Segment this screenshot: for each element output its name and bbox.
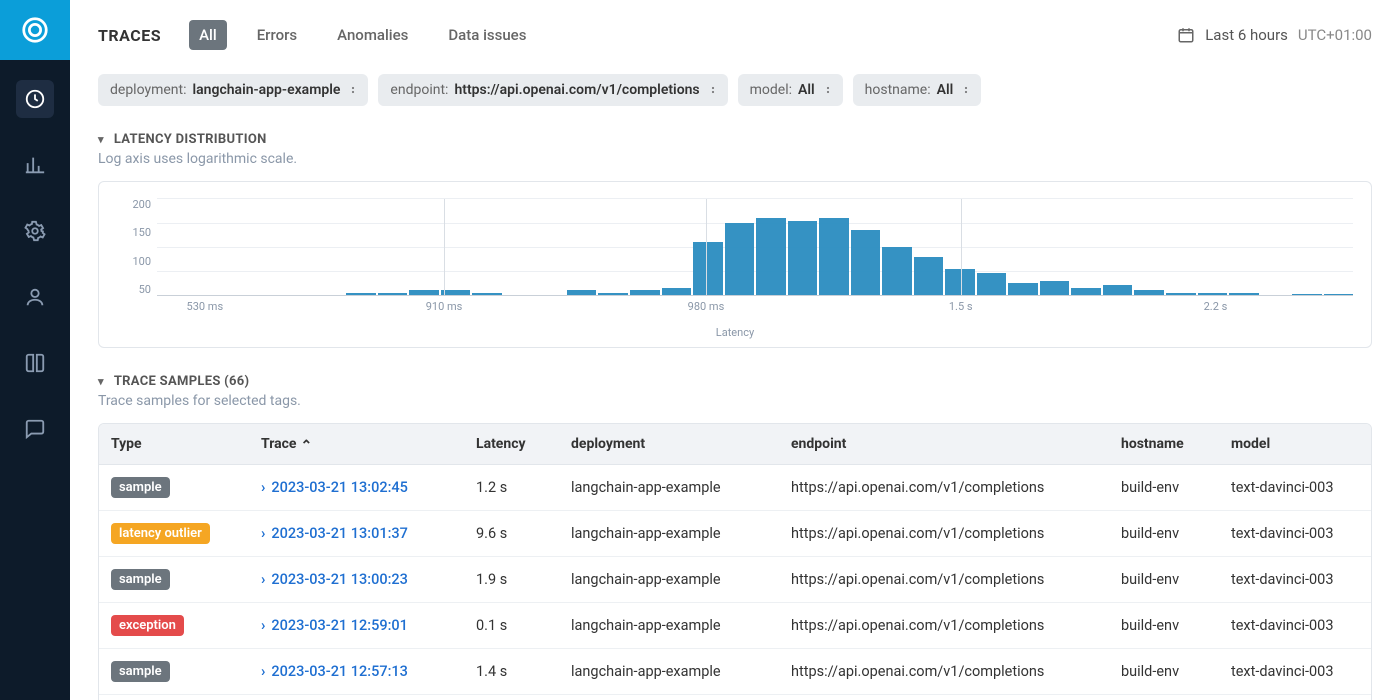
cell-latency: 1.2 s — [464, 465, 559, 511]
col-endpoint[interactable]: endpoint — [779, 424, 1109, 465]
main-content: TRACES All Errors Anomalies Data issues Las… — [70, 0, 1400, 700]
cell-deployment: langchain-app-example — [559, 465, 779, 511]
col-model[interactable]: model — [1219, 424, 1371, 465]
cell-hostname: build-env — [1109, 603, 1219, 649]
traces-section-subtitle: Trace samples for selected tags. — [98, 393, 1400, 409]
cell-endpoint: https://api.openai.com/v1/completions — [779, 649, 1109, 695]
cell-deployment: langchain-app-example — [559, 649, 779, 695]
app-logo[interactable] — [0, 0, 70, 60]
sidebar — [0, 0, 70, 700]
filter-hostname[interactable]: hostname: All — [853, 74, 982, 106]
cell-model: text-davinci-003 — [1219, 557, 1371, 603]
col-type[interactable]: Type — [99, 424, 249, 465]
timezone-label: UTC+01:00 — [1298, 26, 1372, 44]
cell-hostname: build-env — [1109, 465, 1219, 511]
trace-link[interactable]: 2023-03-21 13:02:45 — [261, 479, 408, 496]
cell-latency: 1.7 s — [464, 695, 559, 700]
cell-hostname: build-env — [1109, 649, 1219, 695]
type-badge: latency outlier — [111, 523, 210, 544]
cell-endpoint: https://api.openai.com/v1/completions — [779, 511, 1109, 557]
cell-model: text-davinci-003 — [1219, 511, 1371, 557]
trace-link[interactable]: 2023-03-21 13:00:23 — [261, 571, 408, 588]
cell-model: text-davinci-003 — [1219, 695, 1371, 700]
col-latency[interactable]: Latency — [464, 424, 559, 465]
type-badge: exception — [111, 615, 184, 636]
latency-section-subtitle: Log axis uses logarithmic scale. — [98, 151, 1400, 167]
cell-latency: 9.6 s — [464, 511, 559, 557]
cell-endpoint: https://api.openai.com/v1/completions — [779, 557, 1109, 603]
latency-section-header[interactable]: LATENCY DISTRIBUTION — [98, 132, 1400, 147]
cell-latency: 1.4 s — [464, 649, 559, 695]
cell-deployment: langchain-app-example — [559, 557, 779, 603]
col-deployment[interactable]: deployment — [559, 424, 779, 465]
trace-link[interactable]: 2023-03-21 12:57:13 — [261, 663, 408, 680]
table-row[interactable]: sample 2023-03-21 13:00:23 1.9 slangchain-… — [99, 557, 1371, 603]
nav-clock-icon[interactable] — [16, 80, 54, 118]
col-hostname[interactable]: hostname — [1109, 424, 1219, 465]
traces-section-header[interactable]: TRACE SAMPLES (66) — [98, 374, 1400, 389]
filter-endpoint[interactable]: endpoint: https://api.openai.com/v1/comp… — [378, 74, 727, 106]
cell-endpoint: https://api.openai.com/v1/completions — [779, 603, 1109, 649]
table-row[interactable]: sample 2023-03-21 13:02:45 1.2 slangchain-… — [99, 465, 1371, 511]
trace-table: TypeTraceLatencydeploymentendpointhostna… — [98, 423, 1372, 700]
cell-model: text-davinci-003 — [1219, 649, 1371, 695]
filter-model[interactable]: model: All — [738, 74, 843, 106]
col-trace[interactable]: Trace — [249, 424, 464, 465]
filter-bar: deployment: langchain-app-example endpoin… — [98, 74, 1400, 106]
cell-hostname: build-env — [1109, 695, 1219, 700]
nav-chat-icon[interactable] — [16, 410, 54, 448]
tab-errors[interactable]: Errors — [247, 20, 307, 50]
nav-book-icon[interactable] — [16, 344, 54, 382]
type-badge: sample — [111, 661, 170, 682]
tab-anomalies[interactable]: Anomalies — [327, 20, 418, 50]
table-row[interactable]: exception 2023-03-21 12:59:01 0.1 slangcha… — [99, 603, 1371, 649]
tab-bar: All Errors Anomalies Data issues — [189, 20, 536, 50]
trace-link[interactable]: 2023-03-21 12:59:01 — [261, 617, 408, 634]
cell-deployment: langchain-app-example — [559, 603, 779, 649]
time-range-label: Last 6 hours — [1205, 26, 1288, 44]
latency-chart[interactable]: 20015010050 530 ms910 ms980 ms1.5 s2.2 s… — [98, 181, 1372, 348]
cell-latency: 1.9 s — [464, 557, 559, 603]
cell-model: text-davinci-003 — [1219, 465, 1371, 511]
cell-deployment: langchain-app-example — [559, 511, 779, 557]
page-title: TRACES — [98, 26, 161, 45]
trace-link[interactable]: 2023-03-21 13:01:37 — [261, 525, 408, 542]
tab-data-issues[interactable]: Data issues — [438, 20, 536, 50]
cell-endpoint: https://api.openai.com/v1/completions — [779, 465, 1109, 511]
cell-deployment: langchain-app-example — [559, 695, 779, 700]
type-badge: sample — [111, 477, 170, 498]
nav-user-icon[interactable] — [16, 278, 54, 316]
table-row[interactable]: sample2023-03-21 12:56:121.7 slangchain-… — [99, 695, 1371, 700]
cell-latency: 0.1 s — [464, 603, 559, 649]
cell-endpoint: https://api.openai.com/v1/completions — [779, 695, 1109, 700]
table-row[interactable]: latency outlier 2023-03-21 13:01:37 9.6 sl… — [99, 511, 1371, 557]
filter-deployment[interactable]: deployment: langchain-app-example — [98, 74, 368, 106]
nav-gear-icon[interactable] — [16, 212, 54, 250]
nav-chart-icon[interactable] — [16, 146, 54, 184]
cell-model: text-davinci-003 — [1219, 603, 1371, 649]
type-badge: sample — [111, 569, 170, 590]
table-row[interactable]: sample 2023-03-21 12:57:13 1.4 slangchain-… — [99, 649, 1371, 695]
cell-hostname: build-env — [1109, 557, 1219, 603]
cell-hostname: build-env — [1109, 511, 1219, 557]
tab-all[interactable]: All — [189, 20, 227, 50]
chart-xlabel: Latency — [113, 326, 1357, 339]
calendar-icon — [1177, 26, 1195, 44]
time-range-picker[interactable]: Last 6 hours UTC+01:00 — [1177, 26, 1372, 44]
